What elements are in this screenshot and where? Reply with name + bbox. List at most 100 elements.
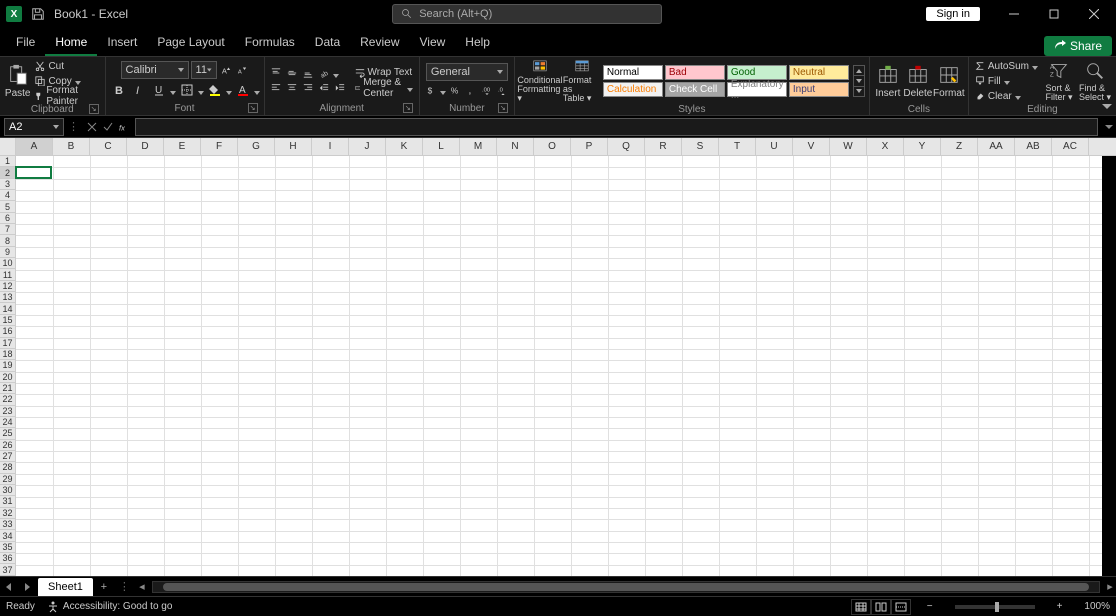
col-header-O[interactable]: O [534, 138, 571, 155]
fill-color-button[interactable] [206, 81, 224, 99]
delete-cells-button[interactable]: Delete [904, 59, 932, 103]
cell-style-input[interactable]: Input [789, 82, 849, 97]
decrease-decimal-button[interactable]: .0 [496, 83, 510, 97]
col-header-R[interactable]: R [645, 138, 682, 155]
enter-formula-button[interactable] [101, 120, 115, 134]
fill-color-dropdown[interactable] [226, 87, 232, 93]
tab-view[interactable]: View [410, 31, 456, 56]
comma-button[interactable]: , [464, 83, 478, 97]
row-header-23[interactable]: 23 [0, 406, 15, 417]
zoom-out-button[interactable]: − [923, 601, 937, 612]
align-right-button[interactable] [301, 81, 315, 95]
zoom-slider[interactable] [955, 605, 1035, 609]
row-header-31[interactable]: 31 [0, 496, 15, 507]
cell-style-calculation[interactable]: Calculation [603, 82, 663, 97]
tab-file[interactable]: File [6, 31, 45, 56]
cell-style-check-cell[interactable]: Check Cell [665, 82, 725, 97]
col-header-Y[interactable]: Y [904, 138, 941, 155]
tab-data[interactable]: Data [305, 31, 350, 56]
grow-font-button[interactable]: A [219, 63, 233, 77]
row-header-26[interactable]: 26 [0, 440, 15, 451]
row-header-36[interactable]: 36 [0, 553, 15, 564]
increase-decimal-button[interactable]: .00 [480, 83, 494, 97]
font-size-combo[interactable]: 11 [191, 61, 217, 79]
view-page-layout-button[interactable] [871, 599, 891, 615]
conditional-formatting-button[interactable]: ConditionalFormatting ▾ [519, 59, 561, 103]
number-dialog-launcher[interactable]: ↘ [498, 103, 508, 113]
tab-review[interactable]: Review [350, 31, 409, 56]
search-box[interactable]: Search (Alt+Q) [392, 4, 662, 24]
row-header-28[interactable]: 28 [0, 462, 15, 473]
find-select-button[interactable]: Find &Select ▾ [1078, 59, 1112, 103]
clipboard-dialog-launcher[interactable]: ↘ [89, 104, 99, 114]
horizontal-scrollbar[interactable] [152, 581, 1100, 593]
col-header-AC[interactable]: AC [1052, 138, 1089, 155]
col-header-H[interactable]: H [275, 138, 312, 155]
select-all-corner[interactable] [0, 138, 16, 155]
percent-button[interactable]: % [448, 83, 462, 97]
expand-formula-bar-button[interactable] [1102, 123, 1116, 131]
shrink-font-button[interactable]: A [235, 63, 249, 77]
borders-button[interactable] [178, 81, 196, 99]
vertical-scrollbar[interactable] [1102, 156, 1116, 576]
signin-button[interactable]: Sign in [926, 7, 980, 21]
accounting-format-button[interactable]: $ [424, 83, 438, 97]
cancel-formula-button[interactable] [85, 120, 99, 134]
cells-area[interactable] [16, 156, 1102, 576]
col-header-G[interactable]: G [238, 138, 275, 155]
cell-style-explanatory-[interactable]: Explanatory ... [727, 82, 787, 97]
accounting-dropdown[interactable] [440, 87, 446, 93]
tab-home[interactable]: Home [45, 31, 97, 56]
fill-button[interactable]: Fill [973, 74, 1040, 88]
view-normal-button[interactable] [851, 599, 871, 615]
row-header-18[interactable]: 18 [0, 349, 15, 360]
row-header-25[interactable]: 25 [0, 428, 15, 439]
tab-page-layout[interactable]: Page Layout [147, 31, 234, 56]
col-header-AA[interactable]: AA [978, 138, 1015, 155]
row-header-2[interactable]: 2 [0, 167, 15, 178]
italic-button[interactable]: I [130, 81, 148, 99]
row-header-15[interactable]: 15 [0, 315, 15, 326]
row-header-14[interactable]: 14 [0, 303, 15, 314]
col-header-P[interactable]: P [571, 138, 608, 155]
merge-center-button[interactable]: Merge & Center [353, 81, 415, 95]
formula-input[interactable] [135, 118, 1098, 136]
decrease-indent-button[interactable] [317, 81, 331, 95]
zoom-level[interactable]: 100% [1084, 601, 1110, 612]
col-header-I[interactable]: I [312, 138, 349, 155]
col-header-N[interactable]: N [497, 138, 534, 155]
share-button[interactable]: Share [1044, 36, 1112, 56]
close-button[interactable] [1078, 0, 1110, 28]
col-header-B[interactable]: B [53, 138, 90, 155]
collapse-ribbon-button[interactable] [1100, 99, 1114, 113]
active-cell[interactable] [15, 166, 52, 178]
increase-indent-button[interactable] [333, 81, 347, 95]
name-box[interactable]: A2 [4, 118, 64, 136]
cell-style-bad[interactable]: Bad [665, 65, 725, 80]
format-painter-button[interactable]: Format Painter [33, 89, 100, 103]
col-header-W[interactable]: W [830, 138, 867, 155]
align-bottom-button[interactable] [301, 66, 315, 80]
row-header-17[interactable]: 17 [0, 338, 15, 349]
row-header-34[interactable]: 34 [0, 530, 15, 541]
insert-cells-button[interactable]: Insert [874, 59, 902, 103]
col-header-J[interactable]: J [349, 138, 386, 155]
sort-filter-button[interactable]: AZSort &Filter ▾ [1042, 59, 1076, 103]
sheet-nav-next[interactable] [18, 578, 36, 596]
format-as-table-button[interactable]: Format asTable ▾ [563, 59, 601, 103]
row-header-30[interactable]: 30 [0, 485, 15, 496]
align-center-button[interactable] [285, 81, 299, 95]
col-header-D[interactable]: D [127, 138, 164, 155]
align-middle-button[interactable] [285, 66, 299, 80]
row-header-4[interactable]: 4 [0, 190, 15, 201]
row-header-37[interactable]: 37 [0, 564, 15, 575]
row-header-22[interactable]: 22 [0, 394, 15, 405]
maximize-button[interactable] [1038, 0, 1070, 28]
alignment-dialog-launcher[interactable]: ↘ [403, 103, 413, 113]
styles-scroll[interactable] [853, 65, 865, 97]
row-header-11[interactable]: 11 [0, 269, 15, 280]
col-header-V[interactable]: V [793, 138, 830, 155]
col-header-Q[interactable]: Q [608, 138, 645, 155]
col-header-C[interactable]: C [90, 138, 127, 155]
col-header-S[interactable]: S [682, 138, 719, 155]
